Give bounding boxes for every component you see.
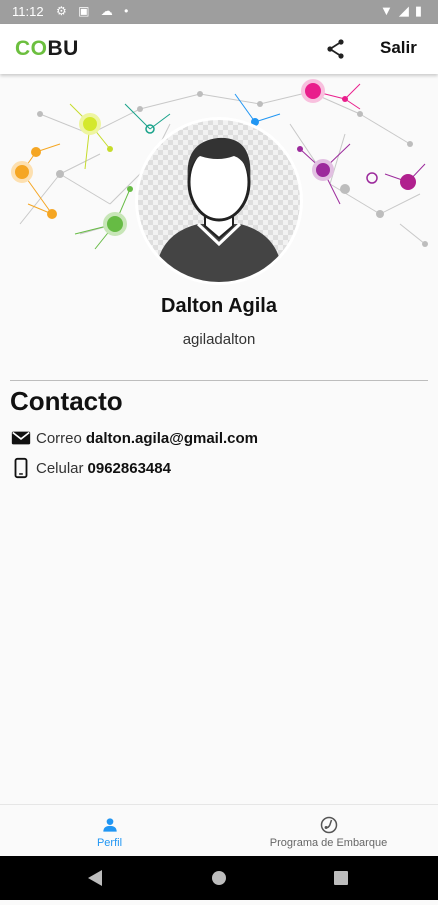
avatar-person-icon: [138, 120, 300, 282]
profile-name: Dalton Agila: [161, 295, 277, 317]
email-icon: [11, 431, 31, 445]
email-label: Correo: [36, 429, 82, 447]
status-bar: 11:12 ⚙ ▣ ☁ • ▼◢▮: [0, 0, 438, 24]
logout-button[interactable]: Salir: [372, 38, 425, 58]
signal-icon: ◢: [398, 3, 415, 18]
logo-bu: BU: [47, 37, 79, 60]
phone-value: 0962863484: [87, 459, 171, 477]
profile-username: agiladalton: [182, 331, 256, 348]
program-icon: [320, 816, 337, 834]
profile-avatar: [138, 120, 300, 282]
status-system-icons: ▼◢▮: [380, 3, 428, 19]
app-bar: COBU Salir: [0, 24, 438, 74]
recents-icon[interactable]: [334, 871, 348, 885]
contact-section-title: Contacto: [10, 386, 123, 416]
logo-co: CO: [15, 37, 48, 60]
home-icon[interactable]: [212, 871, 226, 885]
status-time: 11:12: [12, 4, 44, 19]
share-icon[interactable]: [324, 37, 348, 61]
nav-item-perfil[interactable]: Perfil: [0, 805, 219, 857]
nav-item-programa-embarque[interactable]: Programa de Embarque: [219, 805, 438, 857]
email-value: dalton.agila@gmail.com: [85, 429, 259, 447]
system-navigation-bar: [0, 856, 438, 900]
nav-label-perfil: Perfil: [96, 837, 123, 849]
battery-icon: ▮: [414, 3, 428, 18]
wifi-icon: ▼: [379, 3, 399, 18]
person-icon: [102, 818, 117, 832]
section-divider: [10, 380, 428, 381]
nav-label-programa-embarque: Programa de Embarque: [269, 837, 388, 849]
app-logo: COBU: [15, 37, 79, 61]
status-notification-icons: ⚙ ▣ ☁ •: [56, 4, 133, 18]
contact-email-row: Correo dalton.agila@gmail.com: [10, 427, 258, 449]
contact-phone-row: Celular 0962863484: [10, 457, 171, 479]
back-icon[interactable]: [88, 870, 102, 886]
phone-icon: [14, 457, 28, 479]
phone-label: Celular: [36, 459, 84, 477]
bottom-navigation: Perfil Programa de Embarque: [0, 804, 438, 857]
